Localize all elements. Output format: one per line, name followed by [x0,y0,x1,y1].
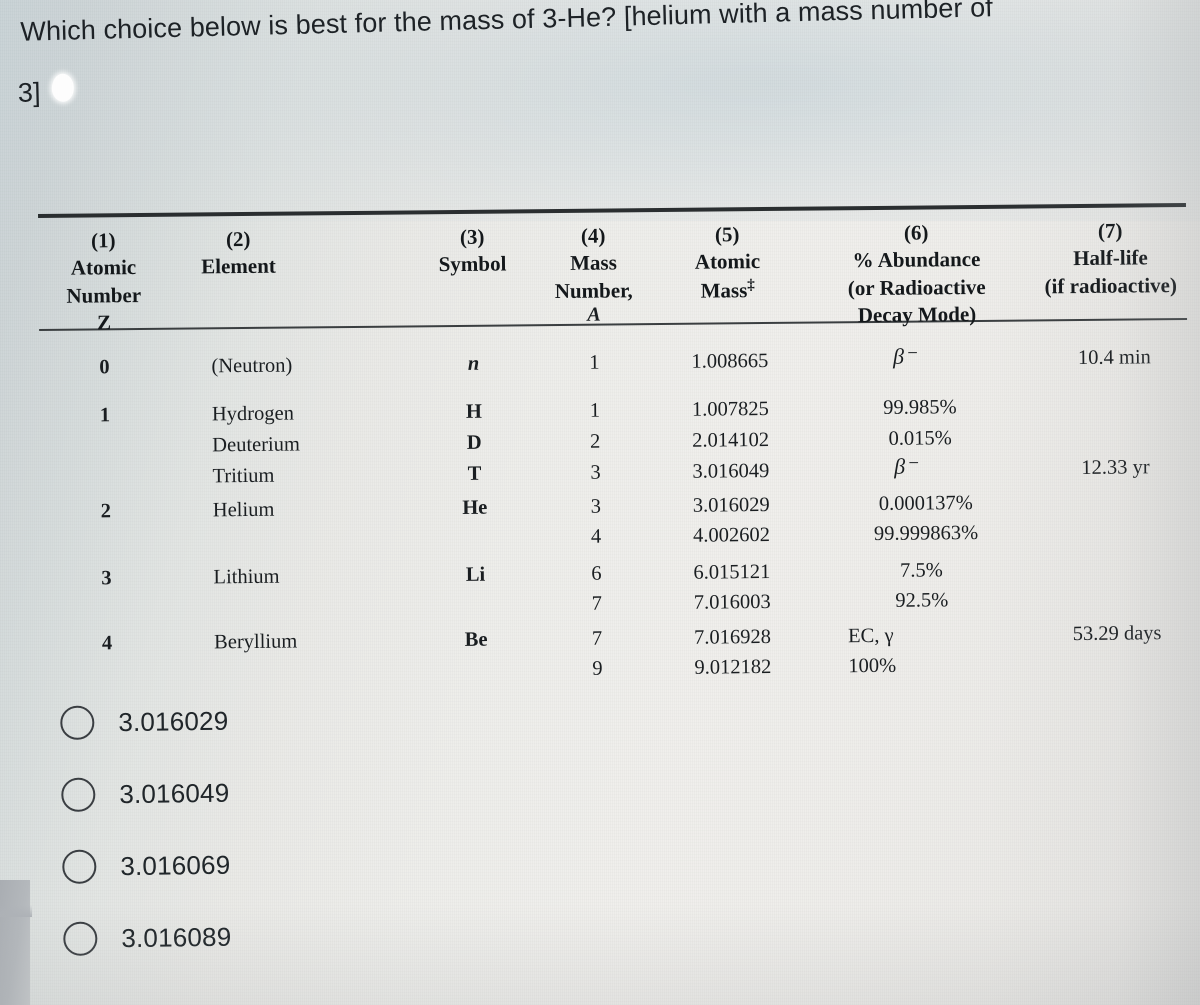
table-row: 1 [99,404,111,427]
column-header-label-3: Z [96,310,112,335]
column-header-atomic-mass: (5) Atomic Mass‡ [658,221,797,305]
answer-choice-2[interactable]: 3.016049 [61,766,482,818]
element-name: Beryllium [214,630,298,654]
column-header-label-2-text: Mass [700,277,748,303]
column-header-element: (2) Element [168,225,309,281]
abundance: 100% [848,654,897,678]
table-row: 2 [100,500,112,523]
atomic-mass: 9.012182 [694,655,772,679]
column-header-label-1: Symbol [438,251,507,277]
atomic-mass: 7.016928 [693,625,772,649]
atomic-mass: 4.002602 [693,523,771,547]
column-header-label-1: Atomic [70,255,137,280]
column-header-number: (2) [225,226,251,252]
answer-choice-label: 3.016089 [121,921,232,953]
mass-number: 1 [589,351,600,374]
abundance: 0.015% [888,427,952,450]
element-name: Hydrogen [211,402,295,426]
column-header-label-1: % Abundance [852,247,981,273]
mass-number: 2 [589,430,601,453]
answer-choice-label: 3.016029 [118,705,229,737]
element-symbol: Be [464,628,488,651]
column-header-number: (4) [580,223,606,248]
mass-number: 7 [591,627,603,650]
atomic-mass: 7.016003 [693,590,771,614]
answer-choice-label: 3.016049 [119,777,230,809]
element-name: Lithium [213,565,280,589]
element-name: Helium [212,498,275,522]
atomic-mass: 6.015121 [693,560,771,584]
mass-number: 3 [590,495,602,518]
decay-mode: EC, γ [847,624,894,648]
half-life: 10.4 min [1077,346,1151,370]
element-name: (Neutron) [211,354,293,378]
element-symbol: D [466,431,482,454]
element-name: Tritium [212,464,275,488]
abundance: 99.985% [883,396,957,419]
column-header-mass-number: (4) Mass Number, A [534,222,653,326]
column-header-number: (6) [903,220,929,245]
half-life: 12.33 yr [1081,456,1150,479]
column-header-label-2: Number [66,282,142,308]
abundance: 0.000137% [878,492,973,515]
element-symbol: Li [465,563,486,586]
answer-choice-label: 3.016069 [120,849,231,881]
column-header-symbol: (3) Symbol [410,223,535,279]
column-header-number: (3) [459,224,485,249]
mass-number: 9 [592,657,603,680]
answer-choice-3[interactable]: 3.016069 [62,838,483,890]
column-header-half-life: (7) Half-life (if radioactive) [1032,217,1189,300]
mass-number: 3 [590,461,601,484]
photo-page: Which choice below is best for the mass … [0,0,1200,1005]
atomic-mass: 3.016049 [692,459,770,483]
decay-mode: β⁻ [894,453,917,479]
answer-choice-list: 3.016029 3.016049 3.016069 3.016089 [60,694,484,988]
table-row: 4 [101,632,113,655]
column-header-number: (5) [714,222,740,247]
table-row: 0 [99,356,110,379]
abundance: 99.999863% [873,521,979,545]
atomic-mass: 3.016029 [692,493,770,517]
column-header-label-3: Decay Mode) [857,301,977,328]
column-header-label-2: (or Radioactive [847,274,986,300]
atomic-mass: 1.007825 [691,397,769,421]
column-header-atomic-number: (1) Atomic Number Z [38,227,169,337]
abundance: 7.5% [899,559,943,582]
mass-number: 7 [591,592,602,615]
radio-button-icon[interactable] [62,849,97,884]
mass-number: 4 [590,525,602,548]
column-header-label-2: Mass‡ [659,275,797,305]
abundance: 92.5% [895,589,949,612]
radio-button-icon[interactable] [61,777,96,812]
half-life: 53.29 days [1072,622,1162,646]
element-symbol: T [467,462,482,485]
radio-button-icon[interactable] [60,705,95,740]
column-header-abundance: (6) % Abundance (or Radioactive Decay Mo… [800,218,1033,329]
column-header-label-1: Mass [570,250,617,276]
column-header-label-3: A [587,303,601,326]
column-header-number: (1) [90,228,116,253]
atomic-mass: 2.014102 [692,428,770,452]
column-header-label-1: Half-life [1073,245,1148,271]
element-symbol: H [465,400,482,423]
radio-button-icon[interactable] [63,921,98,956]
element-name: Deuterium [212,433,301,457]
element-symbol: n [467,352,480,375]
answer-choice-1[interactable]: 3.016029 [60,694,481,746]
column-header-label-2: (if radioactive) [1044,272,1178,298]
mass-number: 6 [591,562,602,585]
mass-number: 1 [589,399,601,422]
column-header-label-1: Element [201,254,276,279]
element-symbol: He [462,496,488,519]
column-header-label-1: Atomic [694,249,761,274]
table-top-rule [38,202,1186,218]
table-row: 3 [101,567,112,590]
column-header-number: (7) [1097,218,1123,243]
atomic-mass: 1.008665 [691,349,769,373]
footnote-dagger-icon: ‡ [747,276,755,293]
column-header-label-2: Number, [554,277,633,303]
answer-choice-4[interactable]: 3.016089 [63,910,484,962]
decay-mode: β⁻ [892,343,916,369]
